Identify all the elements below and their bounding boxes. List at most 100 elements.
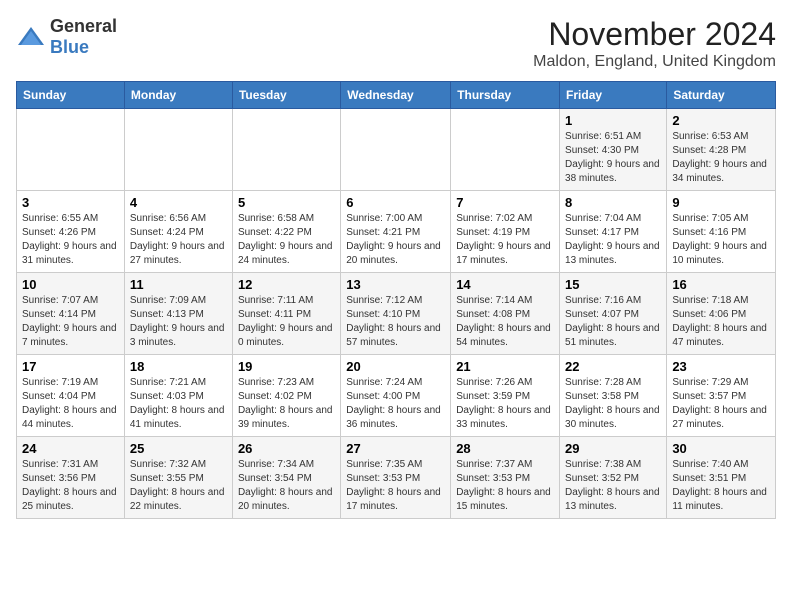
weekday-header-tuesday: Tuesday [232, 82, 340, 109]
day-number: 7 [456, 195, 554, 210]
day-cell: 17 Sunrise: 7:19 AM Sunset: 4:04 PM Dayli… [17, 355, 125, 437]
day-number: 14 [456, 277, 554, 292]
day-number: 23 [672, 359, 770, 374]
day-info: Sunrise: 7:07 AM Sunset: 4:14 PM Dayligh… [22, 294, 119, 350]
day-info: Sunrise: 6:53 AM Sunset: 4:28 PM Dayligh… [672, 130, 770, 186]
day-cell: 13 Sunrise: 7:12 AM Sunset: 4:10 PM Dayli… [341, 273, 451, 355]
day-number: 12 [238, 277, 335, 292]
day-cell: 28 Sunrise: 7:37 AM Sunset: 3:53 PM Dayli… [451, 437, 560, 519]
week-row-5: 24 Sunrise: 7:31 AM Sunset: 3:56 PM Dayli… [17, 437, 776, 519]
day-info: Sunrise: 7:37 AM Sunset: 3:53 PM Dayligh… [456, 458, 554, 514]
day-number: 26 [238, 441, 335, 456]
day-info: Sunrise: 7:32 AM Sunset: 3:55 PM Dayligh… [130, 458, 227, 514]
day-info: Sunrise: 7:38 AM Sunset: 3:52 PM Dayligh… [565, 458, 661, 514]
day-number: 15 [565, 277, 661, 292]
calendar-table: SundayMondayTuesdayWednesdayThursdayFrid… [16, 81, 776, 519]
day-cell [17, 109, 125, 191]
week-row-1: 1 Sunrise: 6:51 AM Sunset: 4:30 PM Daylig… [17, 109, 776, 191]
day-info: Sunrise: 7:12 AM Sunset: 4:10 PM Dayligh… [346, 294, 445, 350]
day-info: Sunrise: 7:19 AM Sunset: 4:04 PM Dayligh… [22, 376, 119, 432]
week-row-4: 17 Sunrise: 7:19 AM Sunset: 4:04 PM Dayli… [17, 355, 776, 437]
day-number: 3 [22, 195, 119, 210]
day-cell: 2Sunrise: 6:53 AM Sunset: 4:28 PM Daylig… [667, 109, 776, 191]
location-title: Maldon, England, United Kingdom [533, 53, 776, 71]
day-cell: 7 Sunrise: 7:02 AM Sunset: 4:19 PM Daylig… [451, 191, 560, 273]
day-cell: 4Sunrise: 6:56 AM Sunset: 4:24 PM Daylig… [124, 191, 232, 273]
day-number: 8 [565, 195, 661, 210]
day-cell: 19 Sunrise: 7:23 AM Sunset: 4:02 PM Dayli… [232, 355, 340, 437]
day-number: 17 [22, 359, 119, 374]
day-cell: 5 Sunrise: 6:58 AM Sunset: 4:22 PM Daylig… [232, 191, 340, 273]
day-info: Sunrise: 6:58 AM Sunset: 4:22 PM Dayligh… [238, 212, 335, 268]
day-info: Sunrise: 7:02 AM Sunset: 4:19 PM Dayligh… [456, 212, 554, 268]
day-cell: 3 Sunrise: 6:55 AM Sunset: 4:26 PM Daylig… [17, 191, 125, 273]
day-number: 30 [672, 441, 770, 456]
day-info: Sunrise: 7:23 AM Sunset: 4:02 PM Dayligh… [238, 376, 335, 432]
week-row-2: 3 Sunrise: 6:55 AM Sunset: 4:26 PM Daylig… [17, 191, 776, 273]
day-cell [451, 109, 560, 191]
week-row-3: 10Sunrise: 7:07 AM Sunset: 4:14 PM Dayli… [17, 273, 776, 355]
day-number: 9 [672, 195, 770, 210]
header: General Blue November 2024 Maldon, Engla… [16, 16, 776, 71]
day-number: 13 [346, 277, 445, 292]
day-info: Sunrise: 7:00 AM Sunset: 4:21 PM Dayligh… [346, 212, 445, 268]
day-number: 21 [456, 359, 554, 374]
day-info: Sunrise: 7:09 AM Sunset: 4:13 PM Dayligh… [130, 294, 227, 350]
day-cell: 24 Sunrise: 7:31 AM Sunset: 3:56 PM Dayli… [17, 437, 125, 519]
day-cell [232, 109, 340, 191]
day-info: Sunrise: 7:05 AM Sunset: 4:16 PM Dayligh… [672, 212, 770, 268]
logo-blue: Blue [50, 37, 89, 57]
day-info: Sunrise: 7:28 AM Sunset: 3:58 PM Dayligh… [565, 376, 661, 432]
day-info: Sunrise: 7:34 AM Sunset: 3:54 PM Dayligh… [238, 458, 335, 514]
day-number: 1 [565, 113, 661, 128]
weekday-header-friday: Friday [560, 82, 667, 109]
day-number: 24 [22, 441, 119, 456]
day-number: 22 [565, 359, 661, 374]
day-cell: 1 Sunrise: 6:51 AM Sunset: 4:30 PM Daylig… [560, 109, 667, 191]
day-info: Sunrise: 6:55 AM Sunset: 4:26 PM Dayligh… [22, 212, 119, 268]
day-cell: 29Sunrise: 7:38 AM Sunset: 3:52 PM Dayli… [560, 437, 667, 519]
day-info: Sunrise: 7:31 AM Sunset: 3:56 PM Dayligh… [22, 458, 119, 514]
logo-text: General Blue [50, 16, 117, 58]
day-info: Sunrise: 7:26 AM Sunset: 3:59 PM Dayligh… [456, 376, 554, 432]
day-cell: 30 Sunrise: 7:40 AM Sunset: 3:51 PM Dayli… [667, 437, 776, 519]
day-cell: 16Sunrise: 7:18 AM Sunset: 4:06 PM Dayli… [667, 273, 776, 355]
day-info: Sunrise: 7:18 AM Sunset: 4:06 PM Dayligh… [672, 294, 770, 350]
day-number: 18 [130, 359, 227, 374]
day-info: Sunrise: 7:11 AM Sunset: 4:11 PM Dayligh… [238, 294, 335, 350]
day-info: Sunrise: 7:24 AM Sunset: 4:00 PM Dayligh… [346, 376, 445, 432]
day-cell: 10Sunrise: 7:07 AM Sunset: 4:14 PM Dayli… [17, 273, 125, 355]
day-cell: 9 Sunrise: 7:05 AM Sunset: 4:16 PM Daylig… [667, 191, 776, 273]
day-number: 19 [238, 359, 335, 374]
day-info: Sunrise: 7:16 AM Sunset: 4:07 PM Dayligh… [565, 294, 661, 350]
logo-general: General [50, 16, 117, 36]
day-cell [341, 109, 451, 191]
day-number: 11 [130, 277, 227, 292]
day-number: 20 [346, 359, 445, 374]
day-cell: 21 Sunrise: 7:26 AM Sunset: 3:59 PM Dayli… [451, 355, 560, 437]
weekday-header-wednesday: Wednesday [341, 82, 451, 109]
day-info: Sunrise: 7:14 AM Sunset: 4:08 PM Dayligh… [456, 294, 554, 350]
day-number: 25 [130, 441, 227, 456]
day-cell: 20 Sunrise: 7:24 AM Sunset: 4:00 PM Dayli… [341, 355, 451, 437]
day-cell: 18 Sunrise: 7:21 AM Sunset: 4:03 PM Dayli… [124, 355, 232, 437]
day-info: Sunrise: 6:51 AM Sunset: 4:30 PM Dayligh… [565, 130, 661, 186]
weekday-header-saturday: Saturday [667, 82, 776, 109]
day-number: 28 [456, 441, 554, 456]
day-info: Sunrise: 7:29 AM Sunset: 3:57 PM Dayligh… [672, 376, 770, 432]
day-number: 5 [238, 195, 335, 210]
day-cell: 25 Sunrise: 7:32 AM Sunset: 3:55 PM Dayli… [124, 437, 232, 519]
generalblue-logo-icon [16, 25, 46, 49]
day-cell: 14 Sunrise: 7:14 AM Sunset: 4:08 PM Dayli… [451, 273, 560, 355]
day-info: Sunrise: 7:40 AM Sunset: 3:51 PM Dayligh… [672, 458, 770, 514]
day-cell: 11 Sunrise: 7:09 AM Sunset: 4:13 PM Dayli… [124, 273, 232, 355]
weekday-header-sunday: Sunday [17, 82, 125, 109]
day-cell: 26 Sunrise: 7:34 AM Sunset: 3:54 PM Dayli… [232, 437, 340, 519]
title-area: November 2024 Maldon, England, United Ki… [533, 16, 776, 71]
day-cell: 12 Sunrise: 7:11 AM Sunset: 4:11 PM Dayli… [232, 273, 340, 355]
day-info: Sunrise: 6:56 AM Sunset: 4:24 PM Dayligh… [130, 212, 227, 268]
day-info: Sunrise: 7:21 AM Sunset: 4:03 PM Dayligh… [130, 376, 227, 432]
day-number: 6 [346, 195, 445, 210]
month-title: November 2024 [533, 16, 776, 53]
weekday-header-thursday: Thursday [451, 82, 560, 109]
